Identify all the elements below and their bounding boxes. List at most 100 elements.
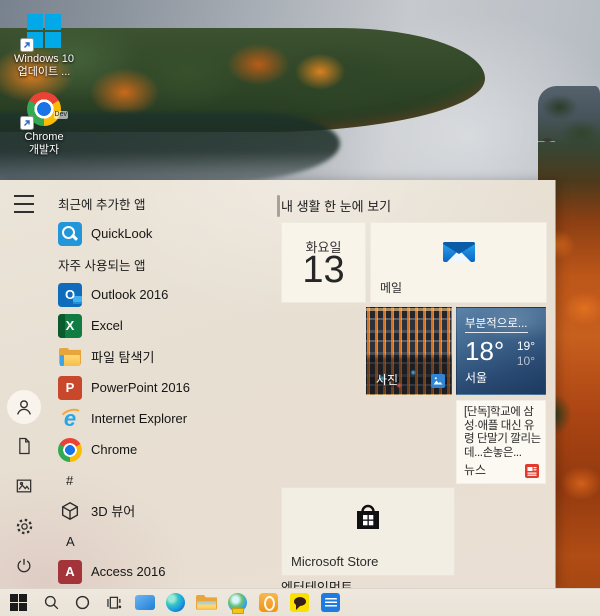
taskbar-app-blue-window[interactable] [129,589,160,616]
taskbar-cortana-button[interactable] [67,589,98,616]
tile-microsoft-store[interactable]: Microsoft Store [281,487,455,576]
section-header-a: A [48,526,276,556]
app-label: Chrome [91,442,137,457]
calendar-day: 13 [282,249,365,292]
app-list-item-excel[interactable]: X Excel [48,310,276,341]
pictures-icon [14,476,34,496]
app-label: QuickLook [91,226,152,241]
section-header-hash: # [48,465,276,495]
weather-high: 19° [517,339,535,353]
edge-icon [166,593,185,612]
user-button[interactable] [12,395,36,419]
document-icon [14,436,34,456]
tile-calendar[interactable]: 화요일 13 [281,222,366,303]
cube-icon [58,499,82,523]
excel-glyph: X [66,318,75,333]
desktop-icon-chrome-dev[interactable]: Dev Chrome 개발자 [4,90,84,157]
kakaotalk-icon [290,593,309,612]
tile-group-header: 내 생활 한 눈에 보기 [281,196,391,215]
app-label: 3D 뷰어 [91,501,135,520]
access-glyph: A [65,564,74,579]
app-list-item-powerpoint[interactable]: P PowerPoint 2016 [48,372,276,403]
pictures-button[interactable] [12,474,36,498]
desktop-icon-windows-update[interactable]: Windows 10 업데이트 ... [4,12,84,79]
tile-photos[interactable]: 사진 [366,307,452,395]
file-explorer-icon [196,594,217,611]
taskbar-task-view-button[interactable] [98,589,129,616]
windows-logo-icon [10,594,27,611]
documents-button[interactable] [12,434,36,458]
section-header-frequent: 자주 사용되는 앱 [48,249,276,279]
shopping-bag-icon [350,502,386,532]
envelope-icon [441,237,477,265]
app-list-item-access[interactable]: A Access 2016 [48,556,276,587]
access-icon: A [58,560,82,584]
tile-weather[interactable]: 부분적으로... 18° 19° 10° 서울 [456,307,546,395]
app-list-item-chrome[interactable]: Chrome [48,434,276,465]
dev-badge: Dev [54,111,68,119]
taskbar-cam-app-button[interactable] [222,589,253,616]
desktop-icon-label-line2: 업데이트 ... [14,66,74,79]
taskbar-search-button[interactable] [36,589,67,616]
desktop-icon-label-line1: Windows 10 [14,53,74,66]
taskbar-mail-app-button[interactable] [315,589,346,616]
shortcut-arrow-icon [20,38,34,52]
app-list-item-internet-explorer[interactable]: e Internet Explorer [48,403,276,434]
outlook-glyph: O [65,287,75,302]
shortcut-arrow-icon [20,116,34,130]
news-icon [525,464,539,478]
wallpaper-bird [543,138,552,142]
settings-gear-icon [14,516,35,537]
chrome-icon [58,438,82,462]
internet-explorer-icon: e [58,407,82,431]
app-label: 파일 탐색기 [91,347,154,366]
taskbar-edge-button[interactable] [160,589,191,616]
photos-tile-label: 사진 [376,371,398,388]
photos-icon [431,374,445,388]
app-list: 최근에 추가한 앱 QuickLook 자주 사용되는 앱 O Outlook … [48,188,276,587]
cortana-circle-icon [73,593,92,612]
start-menu-rail [0,180,48,588]
store-tile-label: Microsoft Store [291,554,378,569]
app-list-scrollbar[interactable] [277,195,280,217]
app-label: Internet Explorer [91,411,187,426]
start-button[interactable] [0,589,36,616]
menu-icon[interactable] [14,195,34,213]
section-header-recent: 최근에 추가한 앱 [48,188,276,218]
app-label: Access 2016 [91,564,165,579]
task-view-icon [104,593,123,612]
power-icon [14,556,34,576]
user-icon [13,396,35,418]
app-list-item-quicklook[interactable]: QuickLook [48,218,276,249]
cam-app-icon [228,593,247,612]
news-headline: [단독]학교에 삼성·애플 대신 유령 단말기 깔리는데...손놓은... [464,406,542,464]
weather-low: 10° [517,354,535,368]
settings-button[interactable] [12,514,36,538]
tile-news[interactable]: [단독]학교에 삼성·애플 대신 유령 단말기 깔리는데...손놓은... 뉴스 [456,400,546,484]
desktop-icon-label: Windows 10 업데이트 ... [14,53,74,79]
excel-icon: X [58,314,82,338]
blue-window-icon [135,595,155,610]
power-button[interactable] [12,554,36,578]
orange-app-icon [259,593,278,612]
search-icon [42,593,61,612]
windows-logo-icon [24,12,64,50]
start-menu: 최근에 추가한 앱 QuickLook 자주 사용되는 앱 O Outlook … [0,180,555,588]
taskbar-orange-app-button[interactable] [253,589,284,616]
weather-condition: 부분적으로... [465,315,528,333]
desktop-icon-label: Chrome 개발자 [24,131,63,157]
weather-temp: 18° [465,336,504,367]
news-tile-label: 뉴스 [464,461,486,478]
screen: Windows 10 업데이트 ... Dev Chrome 개발자 [0,0,600,616]
app-list-item-outlook[interactable]: O Outlook 2016 [48,279,276,310]
app-list-item-3d-viewer[interactable]: 3D 뷰어 [48,495,276,526]
taskbar-kakaotalk-button[interactable] [284,589,315,616]
taskbar-file-explorer-button[interactable] [191,589,222,616]
desktop-icon-label-line1: Chrome [24,131,63,144]
tile-mail[interactable]: 메일 [370,222,547,303]
tile-group-header-entertainment: 엔터테인먼트 [281,577,353,588]
app-list-item-file-explorer[interactable]: 파일 탐색기 [48,341,276,372]
taskbar [0,588,600,616]
app-label: Excel [91,318,123,333]
powerpoint-glyph: P [66,380,75,395]
